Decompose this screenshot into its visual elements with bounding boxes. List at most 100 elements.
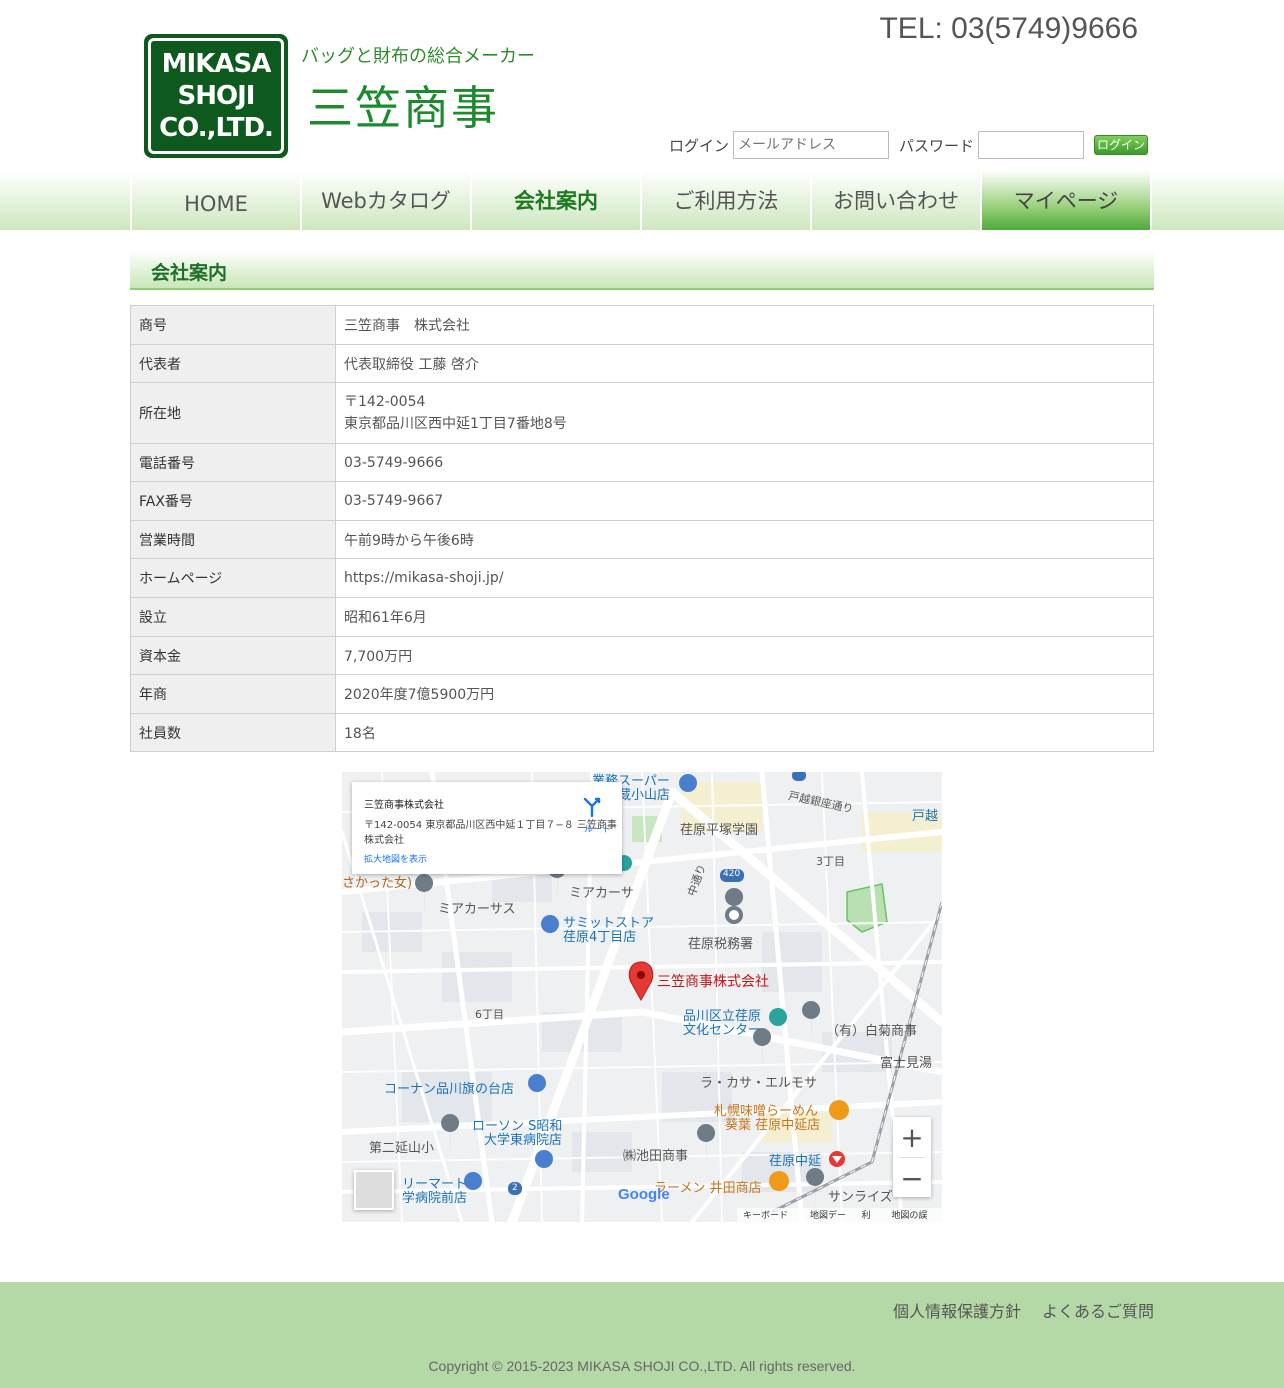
street-view-pegman[interactable] (354, 1170, 394, 1210)
row-value: 7,700万円 (335, 636, 1154, 675)
map-label-fujimiyu: 富士見湯 (880, 1056, 933, 1071)
section-heading: 会社案内 (130, 250, 1154, 290)
row-label: 代表者 (130, 344, 336, 383)
street-address: 東京都品川区西中延1丁目7番地8号 (344, 416, 567, 432)
zoom-in-button[interactable]: + (893, 1117, 931, 1157)
row-label: 社員数 (130, 713, 336, 752)
row-value: 午前9時から午後6時 (335, 520, 1154, 559)
table-row: 所在地 〒142-0054 東京都品川区西中延1丁目7番地8号 (130, 382, 1154, 444)
site-tagline: バッグと財布の総合メーカー (301, 46, 535, 67)
row-label: 年商 (130, 674, 336, 714)
map-label-ramen: ラーメン 井田商店 (654, 1181, 762, 1196)
row-label: ホームページ (130, 558, 336, 598)
nav-bar: HOME Webカタログ 会社案内 ご利用方法 お問い合わせ マイページ (130, 170, 1152, 230)
row-value: 代表取締役 工藤 啓介 (335, 344, 1154, 383)
route-2-badge: 2 (512, 1183, 518, 1193)
nav-item-web-catalog[interactable]: Webカタログ (302, 170, 472, 230)
footer-links: 個人情報保護方針 よくあるご質問 (893, 1298, 1154, 1322)
row-value: 03-5749-9666 (335, 443, 1154, 482)
password-input[interactable] (978, 131, 1085, 159)
map-label-sapporo-b: 葵葉 荏原中延店 (725, 1118, 821, 1133)
nav-item-contact[interactable]: お問い合わせ (812, 170, 982, 230)
map-label-lacasa: ラ・カサ・エルモサ (700, 1076, 818, 1091)
email-input[interactable] (733, 131, 890, 159)
row-label: 電話番号 (130, 443, 336, 482)
map-label-konan: コーナン品川旗の台店 (384, 1082, 515, 1097)
map-label-summit-b: 荏原4丁目店 (563, 930, 637, 945)
login-button[interactable]: ログイン (1094, 135, 1149, 155)
table-row: 社員数 18名 (130, 713, 1154, 752)
map-label-daini-enzan: 第二延山小 (369, 1141, 435, 1156)
route-420-badge: 420 (723, 869, 741, 879)
postal-code: 〒142-0054 (344, 394, 426, 410)
company-logo[interactable]: MIKASA SHOJI CO.,LTD. (144, 34, 288, 158)
table-row: 年商 2020年度7億5900万円 (130, 674, 1154, 714)
map-label-6chome: 6丁目 (475, 1008, 504, 1021)
row-label: FAX番号 (130, 481, 336, 521)
directions-label[interactable]: ルート (584, 822, 611, 835)
table-row: 商号 三笠商事 株式会社 (130, 305, 1154, 345)
row-value: 2020年度7億5900万円 (335, 674, 1154, 714)
footer-link-privacy[interactable]: 個人情報保護方針 (893, 1298, 1021, 1322)
map-label-togoshi: 戸越 (912, 809, 939, 824)
map-label-zeimusho: 荏原税務署 (688, 937, 754, 952)
site-title: 三笠商事 (307, 81, 499, 135)
map-label-lawson-b: 大学東病院店 (484, 1133, 563, 1148)
row-value: https://mikasa-shoji.jp/ (335, 558, 1154, 598)
map-label-bunka-b: 文化センター (683, 1023, 762, 1038)
copyright-text: Copyright © 2015-2023 MIKASA SHOJI CO.,L… (428, 1358, 856, 1374)
google-logo-text: Google (618, 1186, 670, 1203)
map-larger-link[interactable]: 拡大地図を表示 (364, 852, 427, 865)
table-row: 代表者 代表取締役 工藤 啓介 (130, 344, 1154, 383)
row-value: 03-5749-9667 (335, 481, 1154, 521)
table-row: FAX番号 03-5749-9667 (130, 481, 1154, 521)
map-label-miacar-a: ミアカーサ (569, 886, 634, 901)
map-footer-terms[interactable]: 利用規約 (862, 1208, 880, 1222)
password-label: パスワード (899, 136, 975, 155)
logo-frame: MIKASA SHOJI CO.,LTD. (148, 38, 284, 154)
row-label: 資本金 (130, 636, 336, 675)
table-row: 資本金 7,700万円 (130, 636, 1154, 675)
map-footer-data: 地図データ ©2023 (809, 1211, 846, 1221)
map-label-koyama: 蔵小山店 (618, 788, 671, 803)
row-value: 昭和61年6月 (335, 597, 1154, 637)
map-info-card: 三笠商事株式会社 〒142-0054 東京都品川区西中延１丁目７−８ 三笠商事株… (352, 782, 622, 874)
main-navigation: HOME Webカタログ 会社案内 ご利用方法 お問い合わせ マイページ (0, 170, 1284, 230)
map-label-hiratsuka: 荏原平塚学園 (680, 823, 759, 838)
zoom-out-button[interactable]: − (893, 1158, 931, 1198)
embedded-map[interactable]: 業務スーパー 蔵小山店 荏原平塚学園 戸越銀座通り 戸越 3丁目 中通り 420… (342, 772, 942, 1222)
map-label-family-b: 学病院前店 (402, 1191, 468, 1206)
directions-icon[interactable] (580, 794, 604, 818)
footer-link-faq[interactable]: よくあるご質問 (1042, 1298, 1154, 1322)
google-logo: Google (618, 1186, 670, 1203)
row-value: 三笠商事 株式会社 (335, 305, 1154, 345)
nav-item-company[interactable]: 会社案内 (472, 170, 642, 230)
map-marker-label[interactable]: 三笠商事株式会社 (657, 971, 769, 991)
map-card-title: 三笠商事株式会社 (364, 800, 444, 811)
login-form: ログイン パスワード ログイン (669, 131, 1149, 159)
site-header: MIKASA SHOJI CO.,LTD. バッグと財布の総合メーカー 三笠商事… (0, 0, 1284, 170)
table-row: 営業時間 午前9時から午後6時 (130, 520, 1154, 559)
company-info-table: 商号 三笠商事 株式会社 代表者 代表取締役 工藤 啓介 所在地 〒142-00… (130, 305, 1154, 752)
map-label-miacar-b: ミアカーサス (438, 902, 516, 917)
login-label: ログイン (669, 136, 730, 155)
map-attribution: キーボード ショートカット 地図データ ©2023 利用規約 地図の誤りを報告す… (737, 1208, 942, 1222)
nav-item-how-to-use[interactable]: ご利用方法 (642, 170, 812, 230)
map-footer-shortcuts[interactable]: キーボード ショートカット (743, 1208, 798, 1222)
table-row: 設立 昭和61年6月 (130, 597, 1154, 637)
map-label-sunrise: サンライズ (828, 1190, 893, 1205)
row-value: 18名 (335, 713, 1154, 752)
map-label-3chome: 3丁目 (816, 855, 845, 868)
logo-line-2: SHOJI (177, 81, 256, 111)
map-footer-report[interactable]: 地図の誤りを報告する (891, 1208, 936, 1222)
row-label: 所在地 (130, 382, 336, 444)
site-footer: 個人情報保護方針 よくあるご質問 Copyright © 2015-2023 M… (0, 1282, 1284, 1388)
phone-number: TEL: 03(5749)9666 (879, 12, 1138, 45)
logo-line-1: MIKASA (161, 49, 272, 79)
nav-item-home[interactable]: HOME (132, 170, 302, 230)
nav-item-mypage[interactable]: マイページ (982, 170, 1152, 230)
logo-line-3: CO.,LTD. (159, 113, 274, 143)
map-label-sakatta: さかった女) (342, 876, 413, 891)
page-title: 会社案内 (151, 262, 228, 284)
row-value: 〒142-0054 東京都品川区西中延1丁目7番地8号 (335, 382, 1154, 444)
